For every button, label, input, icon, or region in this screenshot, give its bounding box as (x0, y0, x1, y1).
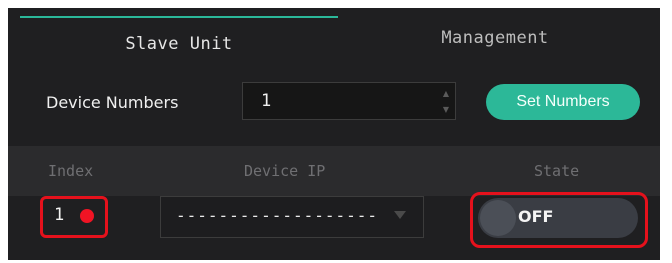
column-header-device-ip: Device IP (244, 162, 326, 180)
spinner-down-icon[interactable]: ▼ (443, 106, 449, 114)
index-highlight-box (40, 196, 108, 238)
set-numbers-button[interactable]: Set Numbers (486, 84, 640, 120)
tab-slave-unit[interactable]: Slave Unit (20, 16, 338, 72)
tab-management[interactable]: Management (338, 12, 652, 64)
table-header-row: Index Device IP State (8, 146, 660, 196)
column-header-state: State (534, 162, 580, 180)
device-numbers-input[interactable] (242, 82, 456, 120)
status-dot-icon (80, 209, 94, 223)
row-index: 1 (54, 205, 65, 225)
chevron-down-icon[interactable] (394, 211, 406, 219)
state-toggle-label: OFF (518, 207, 554, 226)
spinner-up-icon[interactable]: ▲ (443, 90, 449, 98)
column-header-index: Index (48, 162, 94, 180)
toggle-knob[interactable] (480, 200, 516, 236)
device-ip-value: ------------------- (176, 206, 379, 225)
device-numbers-spinner[interactable]: ▲ ▼ (440, 90, 452, 114)
device-numbers-label: Device Numbers (46, 92, 179, 112)
